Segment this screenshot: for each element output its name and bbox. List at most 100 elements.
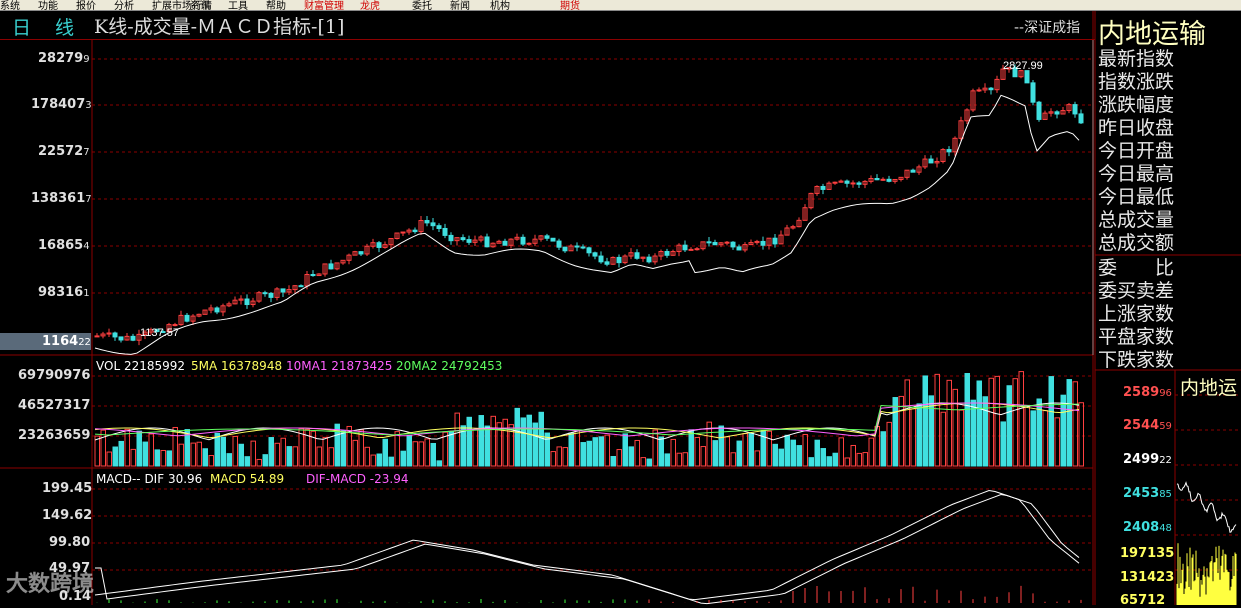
info-label: 总成交量 [1098, 209, 1175, 231]
candle-body [604, 261, 610, 265]
candle-body [358, 251, 364, 255]
volume-bar [520, 417, 526, 467]
volume-bar [676, 452, 682, 467]
volume-bar [400, 450, 406, 467]
volume-bar [628, 446, 634, 467]
candle-body [820, 185, 826, 190]
volume-bar [418, 441, 424, 467]
candle-body [874, 178, 880, 181]
info-label: 涨跌幅度 [1098, 94, 1175, 116]
candle-body [988, 87, 994, 91]
info-label: 委 比 [1098, 257, 1175, 279]
candle-body [850, 182, 856, 185]
volume-bar [154, 449, 160, 467]
volume-axis-label: 69790976 [18, 368, 91, 383]
volume-bar [352, 439, 358, 467]
volume-bar [526, 414, 532, 467]
volume-bar [1030, 410, 1036, 467]
volume-bar [448, 431, 454, 467]
macd-axis-label: 0.14 [59, 589, 92, 604]
volume-bar [946, 379, 952, 467]
info-label: 委买卖差 [1098, 280, 1175, 302]
volume-bar [202, 448, 208, 467]
volume-bar [160, 449, 166, 467]
volume-bar [1066, 379, 1072, 467]
mini-price-label: 258996 [1123, 385, 1172, 400]
candle-body [682, 244, 688, 251]
candle-body [772, 237, 778, 245]
volume-bar [190, 442, 196, 467]
volume-bar [700, 446, 706, 467]
volume-bar [358, 429, 364, 467]
mini-price-label: 240848 [1123, 520, 1172, 535]
candle-body [130, 335, 136, 341]
mini-chart-title: 内地运 [1180, 377, 1238, 399]
volume-bar [196, 441, 202, 467]
volume-bar [850, 444, 856, 467]
candle-body [688, 248, 694, 251]
info-label: 今日最高 [1098, 163, 1175, 185]
volume-bar [682, 452, 688, 467]
volume-bar [580, 442, 586, 467]
mini-price-line [1176, 481, 1237, 533]
volume-bar [964, 373, 970, 467]
candle-body [832, 181, 838, 184]
volume-bar [490, 415, 496, 467]
candle-body [460, 237, 466, 241]
volume-bar [454, 412, 460, 467]
volume-bar [484, 425, 490, 467]
candle-body [298, 285, 304, 288]
volume-bar [208, 455, 214, 467]
candle-body [646, 256, 652, 263]
volume-bar [868, 437, 874, 467]
volume-bar [640, 457, 646, 467]
volume-bar [388, 456, 394, 467]
volume-bar [934, 373, 940, 467]
volume-bar [1054, 417, 1060, 467]
info-label: 平盘家数 [1098, 326, 1175, 348]
candle-body [760, 240, 766, 246]
candle-body [556, 240, 562, 248]
volume-bar [106, 451, 112, 467]
macd-axis-label: 99.80 [49, 535, 91, 550]
volume-bar [694, 436, 700, 467]
candle-body [634, 252, 640, 259]
volume-bar [634, 439, 640, 467]
volume-bar [754, 450, 760, 467]
candle-body [544, 235, 550, 239]
volume-bar [616, 449, 622, 467]
candle-body [616, 256, 622, 264]
volume-bar [148, 433, 154, 467]
chart-canvas[interactable]: 2827.99 1137.57 [0, 0, 1241, 605]
price-axis-label: 282799 [38, 51, 90, 66]
volume-bar [214, 432, 220, 467]
volume-bar [274, 442, 280, 467]
candle-body [184, 314, 190, 322]
volume-bar [1078, 402, 1084, 467]
candle-body [1024, 70, 1030, 84]
volume-bar [988, 377, 994, 467]
low-marker: 1137.57 [140, 327, 179, 339]
volume-bar [646, 458, 652, 467]
candle-body [214, 307, 220, 313]
volume-bar [796, 445, 802, 467]
volume-bar [568, 432, 574, 467]
volume-bar [910, 408, 916, 467]
legend-entry: MACD-- DIF 30.96 [96, 472, 203, 486]
candle-body [1078, 113, 1084, 124]
volume-bar [406, 434, 412, 467]
candle-body [436, 225, 442, 229]
benchmark-line [94, 94, 1080, 355]
volume-bar [844, 457, 850, 467]
candle-body [1072, 104, 1078, 115]
macd-dea-line [95, 494, 1080, 605]
volume-bar [712, 440, 718, 467]
candle-body [1036, 101, 1042, 120]
candle-body [376, 242, 382, 248]
price-axis-bottom-label: 116422 [42, 334, 91, 349]
candle-body [736, 246, 742, 251]
volume-bar [124, 428, 130, 467]
legend-entry: VOL 22185992 [96, 359, 186, 373]
volume-bar [340, 430, 346, 467]
volume-bar [742, 433, 748, 467]
